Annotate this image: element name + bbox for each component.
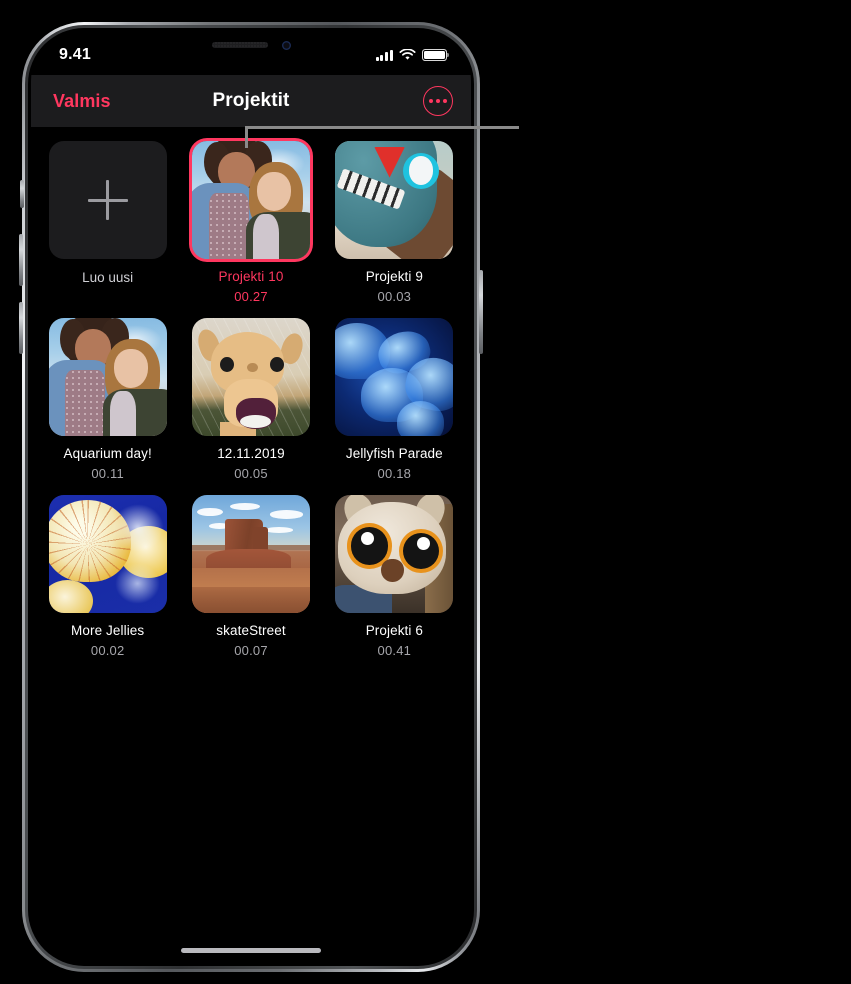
project-duration: 00.05	[234, 465, 268, 481]
project-tile[interactable]: Projekti 6 00.41	[332, 495, 457, 672]
project-thumbnail[interactable]	[48, 318, 167, 436]
callout-leader-horizontal	[245, 126, 519, 129]
project-duration: 00.18	[377, 465, 412, 481]
signal-bars-icon	[375, 49, 393, 61]
project-duration: 00.02	[90, 642, 125, 658]
callout-leader-vertical	[245, 126, 248, 148]
front-camera-icon	[281, 40, 291, 50]
thumbnail-art-blue-jellyfish	[335, 318, 454, 436]
plus-icon	[87, 180, 128, 220]
thumbnail-art-girls	[191, 141, 310, 259]
project-tile[interactable]: 12.11.2019 00.05	[188, 318, 313, 495]
project-duration: 00.27	[234, 288, 268, 304]
project-name: 12.11.2019	[217, 446, 285, 461]
thumbnail-art-monument-valley	[191, 495, 310, 613]
project-name: Projekti 6	[365, 623, 423, 638]
thumbnail-art-robot-memoji	[335, 141, 454, 259]
thumbnail-art-girls	[48, 318, 167, 436]
notch	[165, 31, 337, 59]
wifi-icon	[399, 49, 416, 60]
project-thumbnail[interactable]	[335, 495, 454, 613]
screenshot-canvas: 9.41 Valmis Projektit Luo uusi Projekti …	[0, 0, 851, 984]
create-new-thumb[interactable]	[48, 141, 167, 259]
project-duration: 00.41	[377, 642, 412, 658]
earpiece-speaker-icon	[211, 42, 268, 48]
power-button[interactable]	[479, 270, 483, 354]
project-name: skateStreet	[216, 623, 286, 638]
create-new-label: Luo uusi	[82, 270, 134, 285]
silence-switch[interactable]	[20, 180, 24, 208]
project-tile[interactable]: Jellyfish Parade 00.18	[332, 318, 457, 495]
create-new-project-tile[interactable]: Luo uusi	[45, 141, 170, 318]
iphone-device-frame: 9.41 Valmis Projektit Luo uusi Projekti …	[19, 22, 483, 972]
project-duration: 00.11	[91, 465, 124, 481]
project-name: Jellyfish Parade	[345, 446, 443, 461]
thumbnail-art-owl-memoji	[335, 495, 454, 613]
status-time: 9.41	[59, 46, 91, 63]
project-tile[interactable]: Projekti 10 00.27	[188, 141, 313, 318]
project-thumbnail[interactable]	[335, 141, 454, 259]
project-thumbnail[interactable]	[335, 318, 454, 436]
status-indicators	[375, 45, 450, 61]
volume-up-button[interactable]	[19, 234, 23, 286]
project-tile[interactable]: Projekti 9 00.03	[332, 141, 457, 318]
project-tile[interactable]: skateStreet 00.07	[188, 495, 313, 672]
project-name: More Jellies	[71, 623, 145, 638]
project-thumbnail[interactable]	[191, 141, 310, 259]
project-name: Aquarium day!	[63, 446, 152, 461]
project-tile[interactable]: Aquarium day! 00.11	[45, 318, 170, 495]
thumbnail-art-camel-memoji	[191, 318, 310, 436]
home-indicator[interactable]	[181, 948, 321, 953]
project-name: Projekti 9	[365, 269, 423, 284]
project-thumbnail[interactable]	[191, 318, 310, 436]
battery-full-icon	[422, 49, 450, 61]
ellipsis-circle-icon[interactable]	[423, 86, 453, 116]
thumbnail-art-yellow-jellyfish	[48, 495, 167, 613]
projects-grid: Luo uusi Projekti 10 00.27 Projekti 9 00…	[31, 127, 471, 963]
device-screen: 9.41 Valmis Projektit Luo uusi Projekti …	[31, 31, 471, 963]
navigation-bar: Valmis Projektit	[31, 75, 471, 127]
project-tile[interactable]: More Jellies 00.02	[45, 495, 170, 672]
project-name: Projekti 10	[218, 269, 284, 284]
project-duration: 00.07	[234, 642, 268, 658]
done-button[interactable]: Valmis	[53, 91, 111, 112]
project-thumbnail[interactable]	[191, 495, 310, 613]
volume-down-button[interactable]	[19, 302, 23, 354]
project-thumbnail[interactable]	[48, 495, 167, 613]
project-duration: 00.03	[377, 288, 412, 304]
